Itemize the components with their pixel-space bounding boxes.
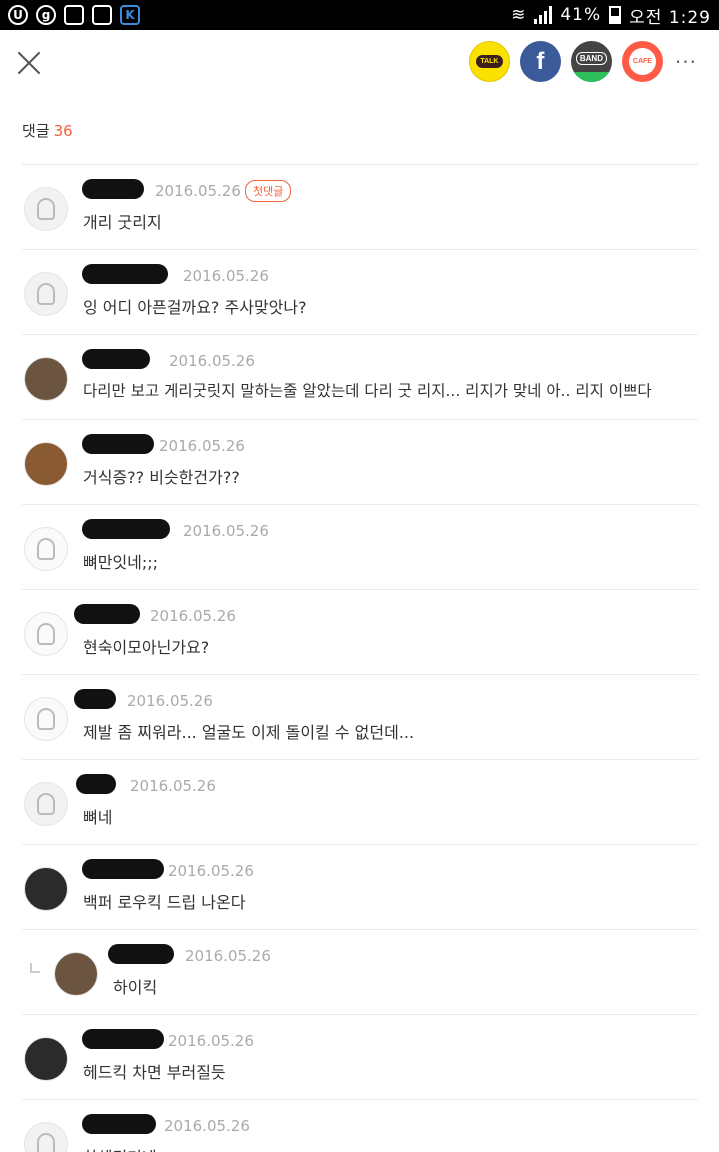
comment-text: 뼈만잇네;;; (83, 553, 159, 572)
author-name-redacted (82, 1029, 164, 1049)
comment-text: 다리만 보고 게리굿릿지 말하는줄 알았는데 다리 굿 리지... 리지가 맞네… (83, 382, 652, 400)
author-name-redacted (82, 349, 150, 369)
u-app-icon: U (8, 5, 28, 25)
comment-date: 2016.05.26 (168, 862, 254, 880)
avatar[interactable] (24, 187, 68, 231)
comment-text: 하이킥 (113, 978, 158, 997)
author-name-redacted (82, 179, 144, 199)
comment-text: 거식증?? 비슷한건가?? (83, 468, 240, 487)
comment-text: 뼈네 (83, 808, 113, 827)
facebook-share-button[interactable]: f (519, 41, 561, 82)
author-name-redacted (74, 689, 116, 709)
author-name-redacted (82, 859, 164, 879)
clock: 오전 1:29 (629, 7, 711, 28)
battery-icon (609, 6, 622, 24)
avatar[interactable] (24, 782, 68, 826)
comment-list: 2016.05.26 첫댓글 개리 굿리지 2016.05.26 잉 어디 아픈… (0, 165, 719, 1152)
reply-item: 2016.05.26 하이킥 (22, 930, 698, 1015)
author-name-redacted (82, 1114, 156, 1134)
comment-text: 잉 어디 아픈걸까요? 주사맞앗나? (83, 298, 307, 317)
comment-date: 2016.05.26 (164, 1117, 250, 1135)
comment-count: 댓글 36 (22, 120, 73, 141)
avatar[interactable] (24, 867, 68, 911)
comment-date: 2016.05.26 (168, 1032, 254, 1050)
share-buttons: TALK f BAND CAFE ··· (468, 41, 697, 82)
author-name-redacted (82, 434, 154, 454)
close-icon[interactable] (14, 48, 44, 78)
comment-count-number: 36 (53, 122, 73, 140)
avatar[interactable] (24, 442, 68, 486)
comment-item: 2016.05.26 뼈네 (22, 760, 698, 845)
cafe-share-button[interactable]: CAFE (621, 41, 663, 82)
author-name-redacted (82, 519, 170, 539)
comment-date: 2016.05.26 (130, 777, 216, 795)
wifi-icon: ≋ (511, 5, 527, 25)
comment-count-label: 댓글 (22, 122, 50, 140)
k-app-icon: K (120, 5, 140, 25)
author-name-redacted (82, 264, 168, 284)
comment-item: 2016.05.26 뼈만잇네;;; (22, 505, 698, 590)
comment-text: 개리 굿리지 (83, 213, 162, 232)
header: TALK f BAND CAFE ··· (0, 30, 719, 96)
more-icon[interactable]: ··· (675, 50, 697, 74)
comment-item: 2016.05.26 하체딘기네 (22, 1100, 698, 1152)
comment-item: 2016.05.26 제발 좀 찌워라... 얼굴도 이제 돌이킬 수 없던데.… (22, 675, 698, 760)
kakaotalk-share-button[interactable]: TALK (468, 41, 510, 82)
g-app-icon: g (36, 5, 56, 25)
comment-item: 2016.05.26 다리만 보고 게리굿릿지 말하는줄 알았는데 다리 굿 리… (22, 335, 698, 420)
status-bar: U g K ≋ 41% 오전 1:29 (0, 0, 719, 30)
comment-text: 백퍼 로우킥 드립 나온다 (83, 893, 246, 912)
avatar[interactable] (24, 697, 68, 741)
avatar[interactable] (24, 1037, 68, 1081)
comment-item: 2016.05.26 잉 어디 아픈걸까요? 주사맞앗나? (22, 250, 698, 335)
comment-date: 2016.05.26 (183, 522, 269, 540)
comment-text: 헤드킥 차면 부러질듯 (83, 1063, 226, 1082)
comment-date: 2016.05.26 (127, 692, 213, 710)
band-share-button[interactable]: BAND (570, 41, 612, 82)
avatar[interactable] (24, 612, 68, 656)
reply-arrow-icon (30, 963, 40, 973)
comment-date: 2016.05.26 (155, 182, 241, 200)
signal-icon (534, 6, 553, 24)
comment-date: 2016.05.26 (185, 947, 271, 965)
avatar[interactable] (24, 1122, 68, 1152)
comment-item: 2016.05.26 헤드킥 차면 부러질듯 (22, 1015, 698, 1100)
avatar[interactable] (24, 527, 68, 571)
comment-text: 하체딘기네 (83, 1144, 157, 1152)
comment-text: 제발 좀 찌워라... 얼굴도 이제 돌이킬 수 없던데... (83, 723, 415, 742)
battery-percent: 41% (560, 5, 602, 25)
author-name-redacted (76, 774, 116, 794)
image-icon (92, 5, 112, 25)
comment-item: 2016.05.26 거식증?? 비슷한건가?? (22, 420, 698, 505)
comment-item: 2016.05.26 백퍼 로우킥 드립 나온다 (22, 845, 698, 930)
avatar[interactable] (24, 272, 68, 316)
comment-item: 2016.05.26 첫댓글 개리 굿리지 (22, 165, 698, 250)
avatar[interactable] (24, 357, 68, 401)
comment-date: 2016.05.26 (169, 352, 255, 370)
author-name-redacted (108, 944, 174, 964)
comment-date: 2016.05.26 (183, 267, 269, 285)
comment-date: 2016.05.26 (150, 607, 236, 625)
document-icon (64, 5, 84, 25)
comment-item: 2016.05.26 현숙이모아닌가요? (22, 590, 698, 675)
comment-date: 2016.05.26 (159, 437, 245, 455)
notification-icons: U g K (8, 5, 140, 25)
author-name-redacted (74, 604, 140, 624)
comment-text: 현숙이모아닌가요? (83, 638, 210, 657)
first-comment-badge: 첫댓글 (245, 180, 292, 202)
avatar[interactable] (54, 952, 98, 996)
